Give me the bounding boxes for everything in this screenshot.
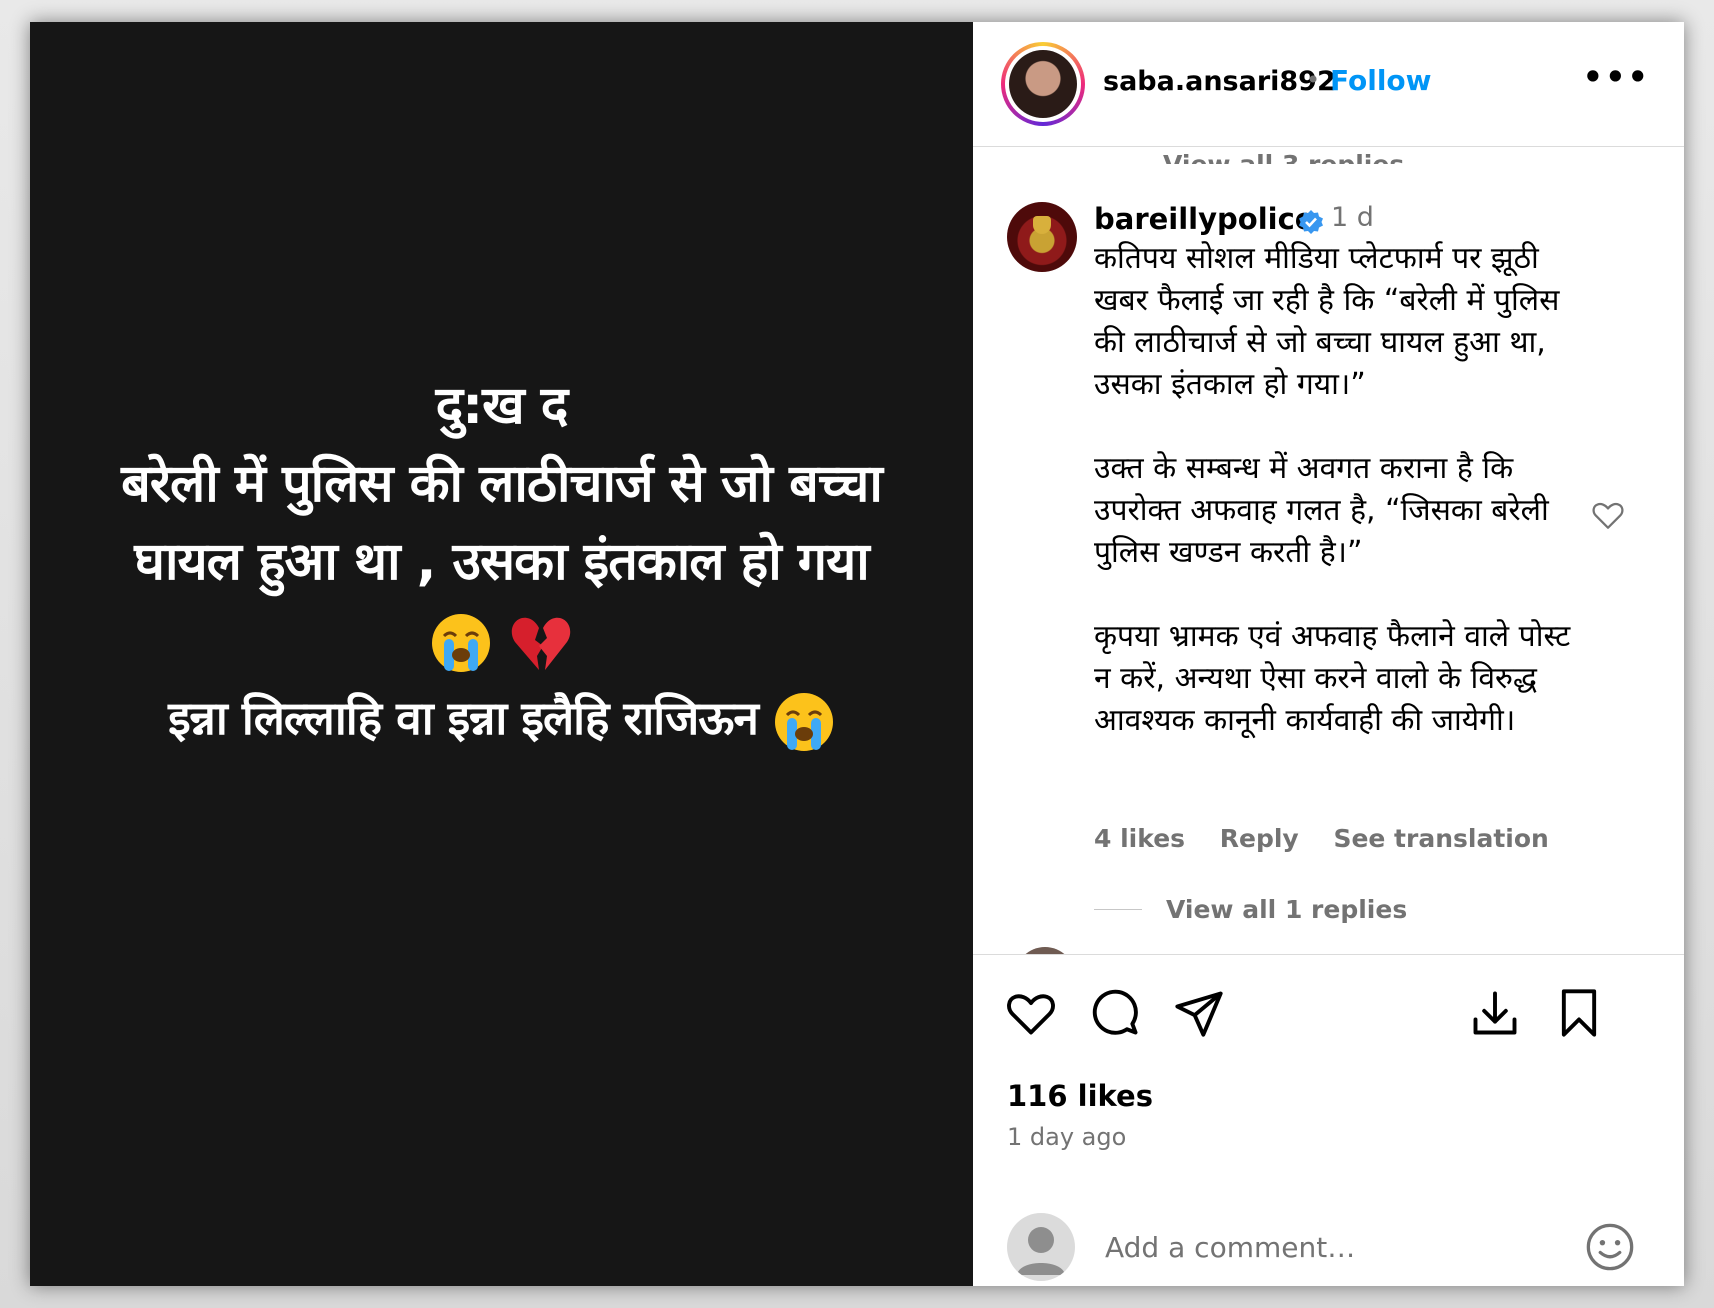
comment-time[interactable]: 1 d bbox=[1331, 202, 1374, 233]
comment-paragraph-3: कृपया भ्रामक एवं अफवाह फैलाने वाले पोस्ट… bbox=[1094, 619, 1571, 738]
post-line-3: घायल हुआ था , उसका इंतकाल हो गया bbox=[134, 532, 869, 592]
header-separator: • bbox=[1306, 66, 1321, 94]
commenter-avatar[interactable] bbox=[1007, 202, 1077, 272]
current-user-avatar bbox=[1007, 1213, 1075, 1281]
heart-icon[interactable] bbox=[1005, 987, 1057, 1039]
post-line-5-text: इन्ना लिल्लाहि वा इन्ना इलैहि राजिऊन bbox=[168, 691, 759, 745]
more-options-icon[interactable]: ••• bbox=[1583, 58, 1650, 96]
post-image-text: दु:ख द बरेली में पुलिस की लाठीचार्ज से ज… bbox=[30, 367, 973, 757]
replies-divider bbox=[1094, 909, 1142, 910]
comment-text: कतिपय सोशल मीडिया प्लेटफार्म पर झूठी खबर… bbox=[1094, 238, 1594, 742]
post-time[interactable]: 1 day ago bbox=[1007, 1123, 1126, 1151]
broken-heart-emoji bbox=[511, 617, 571, 670]
comment-icon[interactable] bbox=[1089, 987, 1141, 1039]
crying-face-emoji bbox=[431, 614, 490, 672]
commenter-username[interactable]: bareillypolice bbox=[1094, 202, 1314, 236]
author-username[interactable]: saba.ansari892 bbox=[1103, 66, 1336, 97]
post-line-5: इन्ना लिल्लाहि वा इन्ना इलैहि राजिऊन bbox=[30, 679, 973, 757]
post-line-2: बरेली में पुलिस की लाठीचार्ज से जो बच्चा bbox=[121, 454, 883, 514]
crying-face-emoji bbox=[774, 692, 833, 751]
previous-view-replies-label: View all 3 replies bbox=[1163, 150, 1404, 164]
reply-button[interactable]: Reply bbox=[1220, 824, 1299, 853]
comment-like-heart-icon[interactable] bbox=[1591, 498, 1625, 532]
post-actions-footer: 116 likes 1 day ago bbox=[973, 954, 1684, 1286]
see-translation-button[interactable]: See translation bbox=[1333, 824, 1548, 853]
emoji-icon[interactable] bbox=[1584, 1221, 1636, 1273]
comment-likes-count[interactable]: 4 likes bbox=[1094, 824, 1185, 853]
post-line-emojis bbox=[30, 601, 973, 679]
post-line-1: दु:ख द bbox=[435, 376, 569, 436]
verified-icon bbox=[1299, 210, 1323, 234]
follow-button[interactable]: Follow bbox=[1330, 64, 1432, 97]
post-side-panel: saba.ansari892 • Follow ••• View all 3 r… bbox=[973, 22, 1684, 1286]
post-image: दु:ख द बरेली में पुलिस की लाठीचार्ज से ज… bbox=[30, 22, 973, 1286]
add-comment-input[interactable] bbox=[1103, 1221, 1557, 1273]
post-modal: दु:ख द बरेली में पुलिस की लाठीचार्ज से ज… bbox=[30, 22, 1684, 1286]
comment-paragraph-2: उक्त के सम्बन्ध में अवगत कराना है कि उपर… bbox=[1094, 451, 1549, 570]
author-avatar[interactable] bbox=[1001, 42, 1085, 126]
default-avatar-icon bbox=[1017, 1227, 1065, 1275]
comment-actions: 4 likes Reply See translation bbox=[1094, 824, 1575, 853]
post-header: saba.ansari892 • Follow ••• bbox=[973, 22, 1684, 147]
comment-paragraph-1: कतिपय सोशल मीडिया प्लेटफार्म पर झूठी खबर… bbox=[1094, 241, 1560, 402]
bookmark-icon[interactable] bbox=[1553, 987, 1605, 1039]
view-replies-button[interactable]: View all 1 replies bbox=[1166, 895, 1407, 924]
download-icon[interactable] bbox=[1469, 987, 1521, 1039]
previous-view-replies[interactable]: View all 3 replies bbox=[1163, 138, 1404, 164]
share-icon[interactable] bbox=[1173, 987, 1225, 1039]
post-likes-count[interactable]: 116 likes bbox=[1007, 1079, 1153, 1113]
